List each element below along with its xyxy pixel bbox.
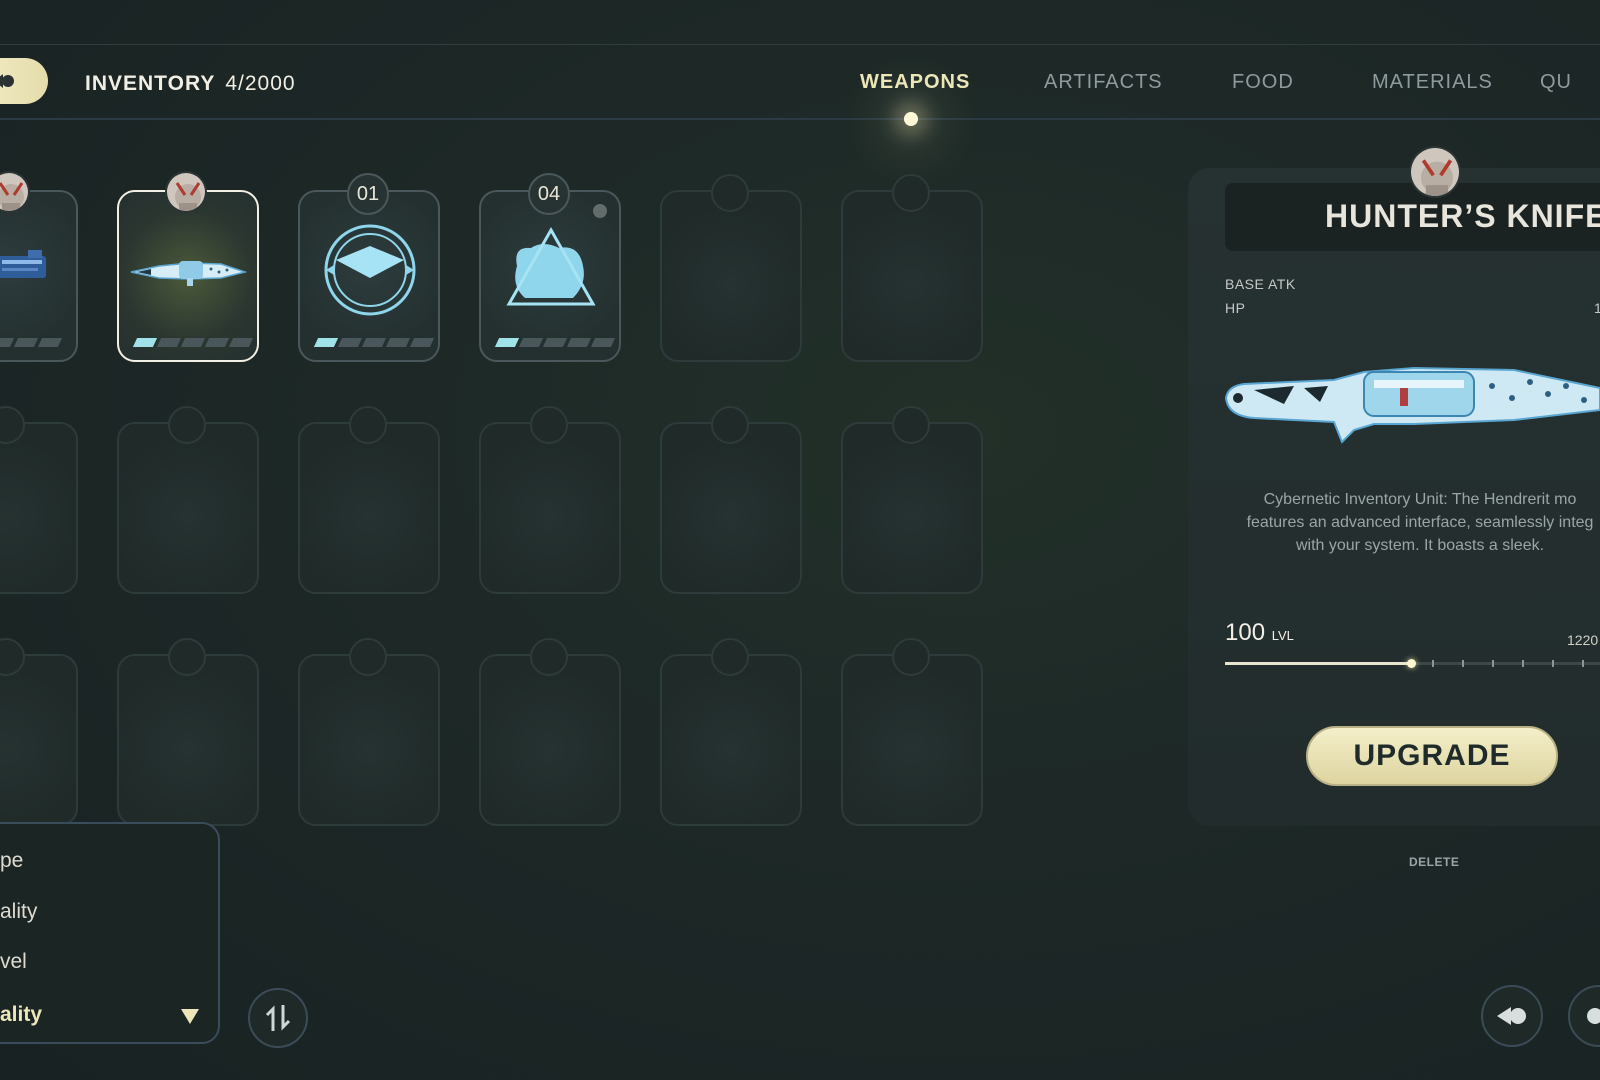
slot-notch	[168, 406, 206, 444]
back-button[interactable]	[0, 58, 48, 104]
item-name: HUNTER’S KNIFE	[1325, 198, 1600, 234]
slot-notch	[349, 638, 387, 676]
inventory-slot-artifact-triangle[interactable]	[479, 190, 621, 362]
inventory-slot-empty[interactable]	[117, 654, 259, 826]
swap-sort-icon	[265, 1005, 291, 1031]
stat-label-base-atk: BASE ATK	[1225, 276, 1296, 292]
knife-icon	[130, 261, 247, 286]
inventory-slot-empty[interactable]	[117, 422, 259, 594]
slot-notch	[711, 174, 749, 212]
level-pips	[0, 338, 63, 347]
progress-tick	[1432, 660, 1434, 667]
level-pips	[494, 338, 616, 347]
level-unit: LVL	[1271, 628, 1294, 643]
inventory-label: INVENTORY	[85, 72, 216, 95]
inventory-slot-empty[interactable]	[298, 654, 440, 826]
level-progress-knob	[1407, 659, 1416, 668]
inventory-slot-weapon-blaster[interactable]	[0, 190, 78, 362]
back-arrow-icon	[1497, 1007, 1526, 1025]
description-line: Cybernetic Inventory Unit: The Hendrerit…	[1263, 491, 1577, 508]
tab-artifacts[interactable]: ARTIFACTS	[1044, 71, 1163, 94]
active-tab-indicator	[904, 112, 918, 126]
tab-food[interactable]: FOOD	[1232, 71, 1294, 94]
level-progress-fill	[1225, 662, 1411, 665]
inventory-slot-empty[interactable]	[660, 422, 802, 594]
tab-weapons[interactable]: WEAPONS	[860, 71, 970, 94]
slot-notch	[892, 406, 930, 444]
current-level: 100 LVL	[1225, 619, 1294, 647]
slot-notch	[892, 638, 930, 676]
slot-notch	[711, 406, 749, 444]
level-pips	[313, 338, 435, 347]
inventory-slot-empty[interactable]	[0, 654, 78, 826]
sort-selected-quality[interactable]: ality	[0, 1003, 42, 1027]
tab-materials[interactable]: MATERIALS	[1372, 71, 1493, 94]
progress-tick	[1522, 660, 1524, 667]
stat-label-hp: HP	[1225, 300, 1246, 316]
progress-tick	[1552, 660, 1554, 667]
forward-arrow-icon	[1587, 1008, 1600, 1024]
inventory-slot-empty[interactable]	[298, 422, 440, 594]
owner-avatar	[165, 171, 207, 213]
item-description: Cybernetic Inventory Unit: The Hendrerit…	[1210, 488, 1600, 557]
inventory-slot-empty[interactable]	[479, 422, 621, 594]
level-value: 100	[1225, 619, 1266, 646]
inventory-slot-weapon-knife[interactable]	[117, 190, 259, 362]
inventory-slot-artifact-disc[interactable]	[298, 190, 440, 362]
progress-tick	[1462, 660, 1464, 667]
chevron-down-icon[interactable]	[180, 1007, 200, 1025]
disc-artifact-icon	[324, 224, 416, 316]
inventory-count: 4/2000	[225, 72, 296, 95]
owner-avatar	[1409, 146, 1461, 198]
tab-quests[interactable]: QU	[1540, 71, 1572, 94]
slot-notch	[168, 638, 206, 676]
slot-notch	[530, 406, 568, 444]
slot-count-badge: 04	[528, 173, 570, 215]
new-item-dot	[593, 204, 607, 218]
inventory-slot-empty[interactable]	[479, 654, 621, 826]
sort-option-level[interactable]: vel	[0, 950, 27, 974]
inventory-title: INVENTORY 4/2000	[85, 72, 296, 96]
delete-button[interactable]: DELETE	[1409, 855, 1459, 869]
slot-notch	[711, 638, 749, 676]
inventory-slot-empty[interactable]	[841, 422, 983, 594]
slot-notch	[349, 406, 387, 444]
inventory-slot-empty[interactable]	[841, 654, 983, 826]
inventory-slot-empty[interactable]	[660, 190, 802, 362]
sort-order-button[interactable]	[248, 988, 308, 1048]
inventory-slot-empty[interactable]	[660, 654, 802, 826]
slot-notch	[892, 174, 930, 212]
blaster-icon	[0, 250, 46, 278]
slot-notch	[530, 638, 568, 676]
back-arrow-icon	[0, 74, 14, 88]
upgrade-button[interactable]: UPGRADE	[1306, 726, 1558, 786]
progress-tick	[1582, 660, 1584, 667]
sort-option-type[interactable]: pe	[0, 849, 23, 873]
inventory-slot-empty[interactable]	[0, 422, 78, 594]
hunters-knife-image	[1224, 366, 1600, 444]
level-pips	[132, 338, 254, 347]
description-line: features an advanced interface, seamless…	[1246, 514, 1594, 531]
max-level: 1220	[1567, 632, 1599, 648]
progress-tick	[1492, 660, 1494, 667]
top-divider	[0, 44, 1600, 45]
slot-count-badge: 01	[347, 173, 389, 215]
next-item-button[interactable]	[1568, 985, 1600, 1047]
description-line: with your system. It boasts a sleek.	[1295, 537, 1545, 554]
stat-value-hp: 1	[1594, 300, 1600, 316]
sort-option-quality[interactable]: ality	[0, 900, 37, 924]
nav-divider	[0, 118, 1600, 120]
triangle-artifact-icon	[506, 226, 596, 306]
prev-item-button[interactable]	[1481, 985, 1543, 1047]
inventory-slot-empty[interactable]	[841, 190, 983, 362]
